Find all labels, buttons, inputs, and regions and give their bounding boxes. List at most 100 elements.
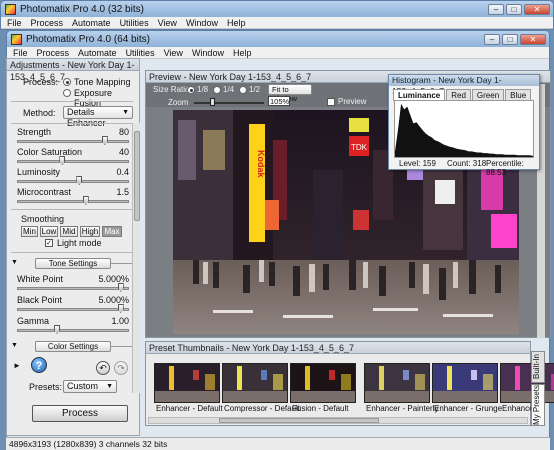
slider-track[interactable] — [17, 180, 129, 183]
tone-settings-section: ▼ Tone Settings — [11, 258, 133, 269]
ratio-1-4-label: 1/4 — [223, 85, 235, 94]
presets-value: Custom — [67, 381, 99, 391]
tab-built-in[interactable]: Built-In — [531, 351, 545, 383]
slider-label: Black Point — [17, 295, 63, 305]
method-select[interactable]: Details Enhancer ▼ — [63, 106, 133, 128]
preview-checkbox[interactable]: ✓ — [327, 98, 335, 106]
slider-label: Microcontrast — [17, 187, 72, 197]
tab-my-presets[interactable]: My Presets — [531, 384, 545, 426]
minimize-button[interactable]: – — [484, 33, 500, 45]
menu-process[interactable]: Process — [31, 18, 64, 28]
smoothing-mid-button[interactable]: Mid — [60, 226, 78, 237]
slider-thumb[interactable] — [76, 176, 83, 185]
slider-thumb[interactable] — [101, 136, 108, 145]
slider-thumb[interactable] — [117, 304, 124, 313]
slider-track[interactable] — [17, 140, 129, 143]
exposure-fusion-label: Exposure Fusion — [74, 88, 113, 108]
close-button[interactable]: ✕ — [524, 3, 550, 15]
expand-triangle-icon[interactable]: ► — [13, 361, 21, 370]
undo-icon[interactable]: ↶ — [96, 361, 110, 375]
slider-track[interactable] — [17, 329, 129, 332]
tone-mapping-radio[interactable] — [63, 78, 71, 86]
scrollbar-thumb[interactable] — [219, 418, 379, 423]
scrollbar-thumb[interactable] — [134, 131, 140, 221]
menu-view[interactable]: View — [164, 48, 183, 58]
preset-thumbnail[interactable] — [432, 363, 498, 403]
menu-utilities[interactable]: Utilities — [126, 48, 155, 58]
preset-thumbnail[interactable] — [290, 363, 356, 403]
tone-settings-button[interactable]: Tone Settings — [35, 258, 111, 269]
exposure-fusion-radio[interactable] — [63, 89, 71, 97]
histogram-percentile: Percentile: 88.53 — [486, 159, 524, 177]
preset-thumbnail-label: Enhancer - Grunge — [434, 404, 503, 413]
zoom-value-field[interactable]: 105% — [268, 96, 290, 106]
menu-help[interactable]: Help — [227, 18, 246, 28]
histogram-area — [395, 103, 533, 157]
presets-select[interactable]: Custom ▼ — [63, 380, 117, 393]
zoom-slider[interactable] — [194, 102, 264, 104]
histogram-plot — [394, 100, 534, 158]
menu-automate[interactable]: Automate — [78, 48, 117, 58]
preset-thumbnail-label: Compressor - Default — [224, 404, 301, 413]
ratio-1-2-label: 1/2 — [249, 85, 261, 94]
ratio-1-2-radio[interactable] — [239, 86, 247, 94]
ratio-1-4-radio[interactable] — [213, 86, 221, 94]
chevron-down-icon: ▼ — [106, 383, 113, 390]
menu-process[interactable]: Process — [37, 48, 70, 58]
menu-file[interactable]: File — [13, 48, 28, 58]
maximize-button[interactable]: □ — [506, 3, 522, 15]
smoothing-label: Smoothing — [21, 214, 65, 224]
smoothing-low-button[interactable]: Low — [40, 226, 58, 237]
help-icon[interactable]: ? — [31, 357, 47, 373]
ratio-1-8-radio[interactable] — [187, 86, 195, 94]
menu-view[interactable]: View — [158, 18, 177, 28]
preset-thumbnail[interactable] — [222, 363, 288, 403]
minimize-button[interactable]: – — [488, 3, 504, 15]
tdk-sign: TDK — [351, 143, 368, 152]
color-settings-button[interactable]: Color Settings — [35, 341, 111, 352]
main-window-title: Photomatix Pro 4.0 (64 bits) — [26, 33, 150, 45]
slider-thumb[interactable] — [117, 283, 124, 292]
close-button[interactable]: ✕ — [520, 33, 546, 45]
outer-window: Photomatix Pro 4.0 (32 bits) – □ ✕ File … — [0, 0, 554, 30]
menu-help[interactable]: Help — [233, 48, 252, 58]
slider-thumb[interactable] — [54, 325, 61, 334]
collapse-triangle-icon[interactable]: ▼ — [11, 342, 18, 349]
slider-track[interactable] — [17, 160, 129, 163]
smoothing-high-button[interactable]: High — [80, 226, 100, 237]
maximize-button[interactable]: □ — [502, 33, 518, 45]
slider-track[interactable] — [17, 308, 129, 311]
preset-thumbnails-panel: Preset Thumbnails - New York Day 1-153_4… — [145, 341, 554, 426]
menu-window[interactable]: Window — [192, 48, 224, 58]
light-mode-checkbox[interactable]: ✓ — [45, 239, 53, 247]
smoothing-max-button[interactable]: Max — [102, 226, 122, 237]
menu-utilities[interactable]: Utilities — [120, 18, 149, 28]
preset-thumbnail[interactable] — [364, 363, 430, 403]
thumbnails-scrollbar[interactable] — [148, 417, 528, 424]
adjustments-scrollbar[interactable] — [132, 123, 140, 393]
outer-title-bar: Photomatix Pro 4.0 (32 bits) – □ ✕ — [1, 1, 553, 17]
smoothing-min-button[interactable]: Min — [21, 226, 38, 237]
slider-label: Color Saturation — [17, 147, 83, 157]
collapse-triangle-icon[interactable]: ▼ — [11, 259, 18, 266]
slider-track[interactable] — [17, 287, 129, 290]
zoom-slider-thumb[interactable] — [210, 98, 215, 106]
thumbnails-title: Preset Thumbnails - New York Day 1-153_4… — [146, 342, 530, 354]
slider-track[interactable] — [17, 200, 129, 203]
menu-file[interactable]: File — [7, 18, 22, 28]
preset-thumbnail-label: Enhancer - Painterly — [366, 404, 439, 413]
process-button[interactable]: Process — [32, 405, 128, 422]
light-mode-label: Light mode — [57, 238, 102, 248]
redo-icon[interactable]: ↷ — [114, 361, 128, 375]
menu-window[interactable]: Window — [186, 18, 218, 28]
preview-checkbox-label: Preview — [338, 97, 367, 106]
chevron-down-icon: ▼ — [122, 109, 129, 116]
menu-automate[interactable]: Automate — [72, 18, 111, 28]
slider-thumb[interactable] — [59, 156, 66, 165]
slider-thumb[interactable] — [82, 196, 89, 205]
preset-thumbnail-image — [501, 364, 554, 402]
preset-thumbnail[interactable] — [154, 363, 220, 403]
fit-to-window-button[interactable]: Fit to window — [268, 84, 312, 103]
presets-label: Presets: — [29, 382, 63, 392]
preset-thumbnail-label: Enhancer - Default — [156, 404, 223, 413]
